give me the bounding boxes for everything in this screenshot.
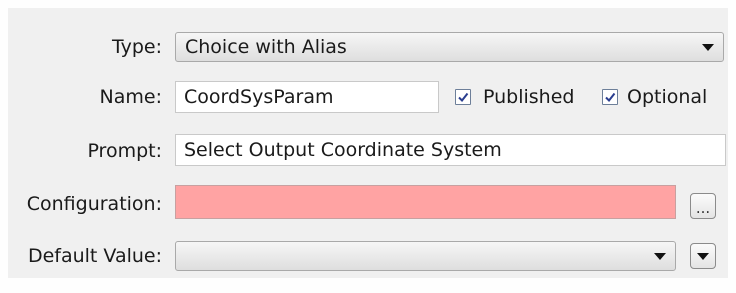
name-input[interactable]: CoordSysParam — [175, 81, 439, 113]
default-value-dropdown[interactable] — [175, 241, 676, 271]
checkmark-icon — [605, 92, 616, 103]
name-label: Name: — [99, 86, 162, 108]
prompt-input[interactable]: Select Output Coordinate System — [175, 134, 726, 166]
chevron-down-icon — [697, 253, 709, 260]
published-checkbox[interactable] — [455, 89, 471, 105]
default-value-menu-button[interactable] — [690, 243, 716, 269]
published-label[interactable]: Published — [483, 82, 574, 112]
checkmark-icon — [458, 92, 469, 103]
configuration-label: Configuration: — [26, 193, 162, 215]
type-dropdown-value: Choice with Alias — [185, 36, 347, 58]
type-dropdown[interactable]: Choice with Alias — [175, 32, 724, 62]
default-value-label: Default Value: — [27, 245, 162, 267]
chevron-down-icon — [654, 253, 666, 260]
chevron-down-icon — [702, 44, 714, 51]
configuration-browse-button[interactable]: ... — [690, 193, 716, 219]
prompt-label: Prompt: — [87, 140, 162, 162]
optional-label[interactable]: Optional — [627, 82, 707, 112]
type-label: Type: — [111, 36, 162, 58]
optional-checkbox[interactable] — [602, 89, 618, 105]
configuration-input[interactable] — [175, 185, 676, 219]
